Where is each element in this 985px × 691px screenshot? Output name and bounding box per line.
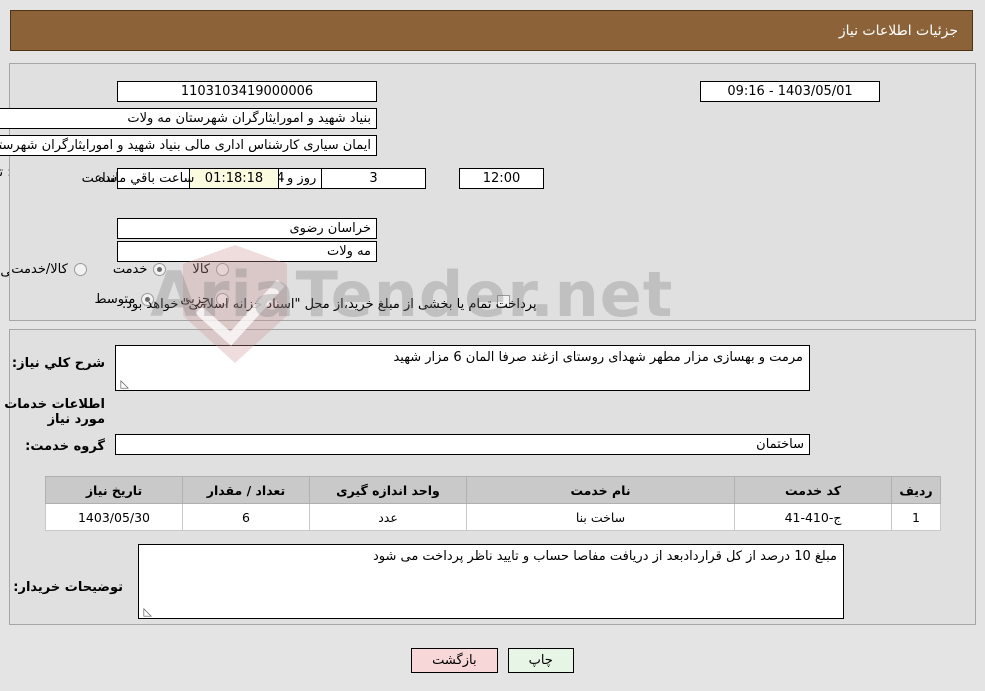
need-number-field[interactable]: 1103103419000006 (117, 81, 377, 102)
col-quantity: تعداد / مقدار (182, 476, 310, 504)
province-field[interactable]: خراسان رضوی (117, 218, 377, 239)
table-header-row: ردیف کد خدمت نام خدمت واحد اندازه گیری ت… (45, 476, 941, 504)
table-row: 1 ج-410-41 ساخت بنا عدد 6 1403/05/30 (45, 503, 941, 531)
radio-icon[interactable] (73, 263, 87, 276)
cell-quantity: 6 (182, 503, 310, 531)
category-option-khedmat[interactable]: خدمت (113, 262, 167, 277)
category-option-kala[interactable]: کالا (192, 262, 229, 277)
category-option-label-1: خدمت (112, 262, 148, 277)
city-field[interactable]: مه ولات (117, 241, 377, 262)
col-need-date: تاریخ نیاز (45, 476, 183, 504)
cell-need-date: 1403/05/30 (45, 503, 183, 531)
cell-unit: عدد (309, 503, 467, 531)
remaining-days-label: روز و (287, 171, 317, 186)
buyer-notes-value: مبلغ 10 درصد از کل قراردادبعد از دریافت … (372, 549, 837, 564)
countdown-label: ساعت باقي مانده (98, 171, 195, 186)
service-group-label: گروه خدمت: (25, 439, 105, 454)
services-table-wrapper: ردیف کد خدمت نام خدمت واحد اندازه گیری ت… (45, 476, 941, 531)
creator-field[interactable]: ایمان سیاری کارشناس اداری مالی بنیاد شهی… (0, 135, 377, 156)
cell-service-name: ساخت بنا (466, 503, 735, 531)
services-table: ردیف کد خدمت نام خدمت واحد اندازه گیری ت… (45, 476, 941, 531)
col-row: ردیف (891, 476, 941, 504)
category-option-label-0: کالا (192, 262, 210, 277)
buyer-notes-label: توضیحات خریدار: (13, 580, 123, 595)
page-title-bar: جزئیات اطلاعات نیاز (10, 10, 973, 51)
category-option-kala-khedmat[interactable]: کالا/خدمت (11, 262, 87, 277)
footer-button-bar: بازگشت چاپ (0, 648, 985, 673)
resize-grip-icon[interactable]: ◺ (142, 606, 152, 617)
cell-row: 1 (891, 503, 941, 531)
cell-service-code: ج-410-41 (734, 503, 892, 531)
buyer-org-field[interactable]: بنیاد شهید و امورایثارگران شهرستان مه ول… (0, 108, 377, 129)
remaining-days-field[interactable]: 3 (321, 168, 426, 189)
radio-icon[interactable] (216, 263, 229, 276)
category-options-group: کالا خدمت کالا/خدمت (0, 262, 229, 277)
resize-grip-icon[interactable]: ◺ (119, 378, 129, 389)
treasury-note: پرداخت تمام یا بخشی از مبلغ خرید،از محل … (122, 297, 537, 312)
deadline-hour-field[interactable]: 12:00 (459, 168, 544, 189)
general-desc-value: مرمت و بهسازی مزار مطهر شهدای روستای ازغ… (393, 350, 803, 365)
print-button[interactable]: چاپ (507, 648, 574, 673)
general-desc-label: شرح كلي نياز: (11, 356, 105, 371)
col-unit: واحد اندازه گیری (309, 476, 467, 504)
service-group-field[interactable]: ساختمان (115, 434, 810, 455)
general-desc-textarea[interactable]: مرمت و بهسازی مزار مطهر شهدای روستای ازغ… (115, 345, 810, 391)
col-service-name: نام خدمت (466, 476, 735, 504)
radio-icon[interactable] (153, 263, 167, 276)
page-title: جزئیات اطلاعات نیاز (838, 22, 958, 39)
col-service-code: کد خدمت (734, 476, 892, 504)
buyer-notes-textarea[interactable]: مبلغ 10 درصد از کل قراردادبعد از دریافت … (138, 544, 844, 619)
category-option-label-2: کالا/خدمت (11, 262, 68, 277)
countdown-timer-field: 01:18:18 (189, 168, 279, 189)
back-button[interactable]: بازگشت (411, 648, 498, 673)
public-announce-field[interactable]: 1403/05/01 - 09:16 (700, 81, 880, 102)
services-section-title: اطلاعات خدمات مورد نیاز (4, 397, 105, 427)
